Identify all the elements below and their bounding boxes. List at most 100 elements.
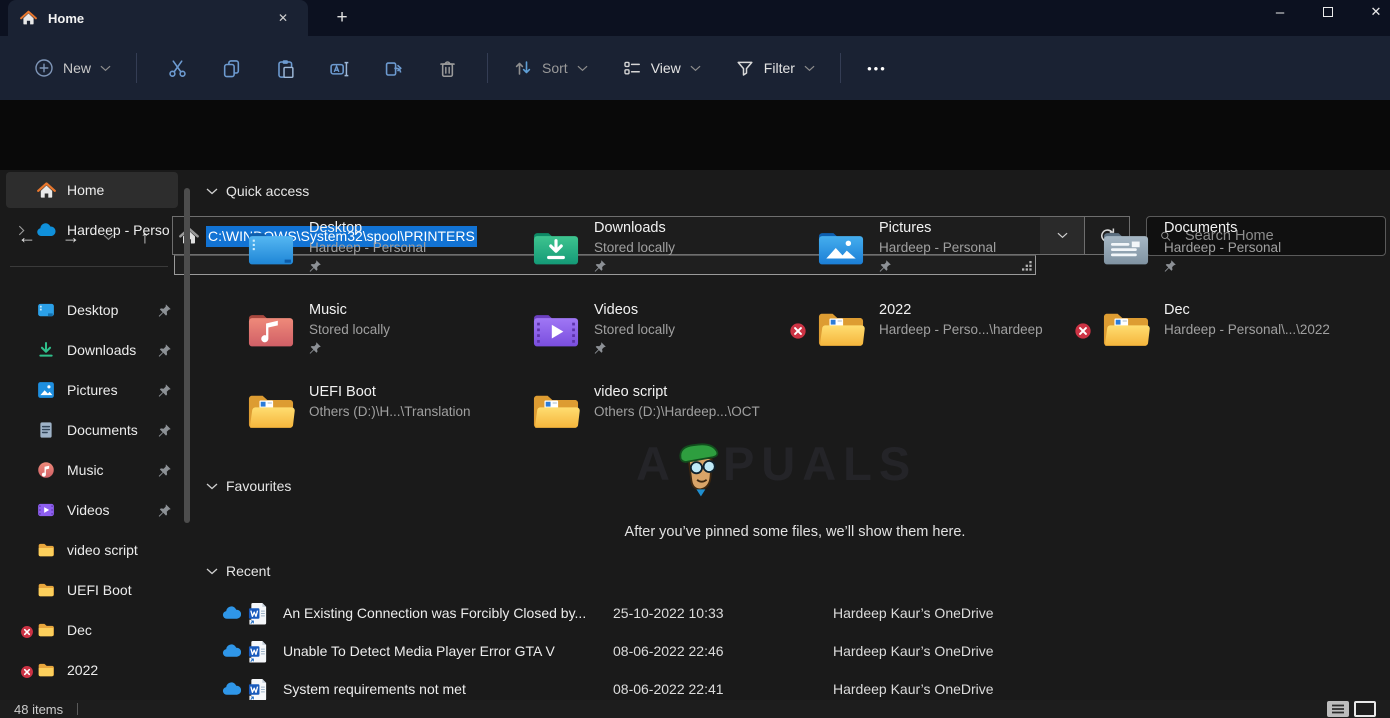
tile-title: Desktop (309, 220, 426, 236)
details-view-icon (1331, 704, 1345, 714)
section-title: Favourites (226, 478, 291, 494)
tile-title: Music (309, 302, 390, 318)
view-button-label: View (651, 60, 681, 76)
videos-icon (37, 501, 55, 519)
tile-subtitle: Others (D:)\Hardeep...\OCT (594, 404, 760, 419)
tile-subtitle: Others (D:)\H...\Translation (309, 404, 471, 419)
recent-header[interactable]: Recent (206, 563, 270, 579)
sidebar-item-onedrive[interactable]: Hardeep - Perso (6, 212, 178, 248)
sidebar-item-label: Home (67, 182, 104, 198)
share-button[interactable] (366, 48, 420, 88)
sidebar-item-downloads[interactable]: Downloads (6, 332, 178, 368)
delete-button[interactable] (420, 48, 474, 88)
tile-pictures[interactable]: Pictures Hardeep - Personal (802, 211, 1082, 287)
filter-button[interactable]: Filter (723, 48, 827, 88)
tile-videos[interactable]: Videos Stored locally (517, 293, 797, 369)
rename-button[interactable] (312, 48, 366, 88)
copy-button[interactable] (204, 48, 258, 88)
file-location: Hardeep Kaur’s OneDrive (833, 643, 994, 659)
filter-icon (735, 58, 755, 78)
close-window-button[interactable]: ✕ (1352, 0, 1390, 24)
pin-icon (879, 259, 892, 272)
pin-icon (158, 303, 172, 317)
view-button[interactable]: View (610, 48, 713, 88)
maximize-button[interactable] (1304, 0, 1352, 24)
pin-icon (309, 259, 322, 272)
new-tab-button[interactable]: + (328, 4, 356, 32)
tile-2022[interactable]: 2022 Hardeep - Perso...\hardeep (802, 293, 1082, 369)
sidebar-scrollbar[interactable] (184, 188, 190, 523)
file-location: Hardeep Kaur’s OneDrive (833, 605, 994, 621)
sidebar-item-pictures[interactable]: Pictures (6, 372, 178, 408)
sidebar-item-dec[interactable]: Dec (6, 612, 178, 648)
sidebar-item-music[interactable]: Music (6, 452, 178, 488)
quick-access-header[interactable]: Quick access (206, 183, 309, 199)
sidebar-item-2022[interactable]: 2022 (6, 652, 178, 688)
file-location: Hardeep Kaur’s OneDrive (833, 681, 994, 697)
chevron-down-icon (206, 188, 218, 195)
folder-icon (37, 541, 55, 559)
share-icon (383, 58, 404, 79)
new-button[interactable]: New (22, 48, 123, 88)
chevron-down-icon (206, 568, 218, 575)
sidebar-item-label: Hardeep - Perso (67, 222, 170, 238)
tab-close-button[interactable]: ✕ (270, 6, 296, 30)
see-more-button[interactable]: ••• (854, 48, 900, 88)
tile-subtitle: Hardeep - Personal (1164, 240, 1281, 255)
tile-title: Pictures (879, 220, 996, 236)
favourites-header[interactable]: Favourites (206, 478, 291, 494)
word-document-icon (248, 602, 269, 625)
minimize-button[interactable]: – (1256, 0, 1304, 24)
recent-file-row[interactable]: An Existing Connection was Forcibly Clos… (206, 594, 1356, 632)
sync-error-icon (789, 322, 807, 340)
tile-downloads[interactable]: Downloads Stored locally (517, 211, 797, 287)
sidebar-item-home[interactable]: Home (6, 172, 178, 208)
paste-button[interactable] (258, 48, 312, 88)
sidebar-item-label: Dec (67, 622, 92, 638)
folder-icon (37, 581, 55, 599)
recent-file-row[interactable]: Unable To Detect Media Player Error GTA … (206, 632, 1356, 670)
appuals-watermark: A PUALS (636, 436, 917, 491)
cut-button[interactable] (150, 48, 204, 88)
tile-title: UEFI Boot (309, 384, 471, 400)
sort-button[interactable]: Sort (501, 48, 600, 88)
pictures-icon (37, 381, 55, 399)
tab-home[interactable]: Home ✕ (8, 0, 308, 36)
sidebar-item-uefi-boot[interactable]: UEFI Boot (6, 572, 178, 608)
cut-icon (167, 58, 188, 79)
pictures-folder-icon (815, 226, 867, 268)
sidebar-item-videos[interactable]: Videos (6, 492, 178, 528)
large-icons-view-button[interactable] (1354, 701, 1376, 717)
sidebar-item-label: Desktop (67, 302, 118, 318)
chevron-down-icon (804, 65, 815, 72)
chevron-down-icon (577, 65, 588, 72)
rename-icon (329, 58, 350, 79)
tile-desktop[interactable]: Desktop Hardeep - Personal (232, 211, 512, 287)
sort-button-label: Sort (542, 60, 568, 76)
details-view-button[interactable] (1327, 701, 1349, 717)
desktop-folder-icon (245, 226, 297, 268)
sidebar-item-documents[interactable]: Documents (6, 412, 178, 448)
pin-icon (1164, 259, 1177, 272)
tile-title: 2022 (879, 302, 1043, 318)
tile-uefi-boot[interactable]: UEFI Boot Others (D:)\H...\Translation (232, 375, 512, 451)
tile-title: Downloads (594, 220, 675, 236)
tile-title: Documents (1164, 220, 1281, 236)
file-date: 08-06-2022 22:41 (613, 681, 833, 697)
tile-subtitle: Hardeep - Personal\...\2022 (1164, 322, 1330, 337)
tile-music[interactable]: Music Stored locally (232, 293, 512, 369)
tile-dec[interactable]: Dec Hardeep - Personal\...\2022 (1087, 293, 1367, 369)
tile-documents[interactable]: Documents Hardeep - Personal (1087, 211, 1367, 287)
sidebar-item-video-script[interactable]: video script (6, 532, 178, 568)
items-count: 48 items (14, 702, 63, 717)
chevron-right-icon[interactable] (18, 225, 25, 236)
folder-icon (1100, 308, 1152, 350)
sync-error-icon (20, 625, 34, 639)
tile-title: Videos (594, 302, 675, 318)
home-icon (37, 182, 56, 199)
sidebar-item-desktop[interactable]: Desktop (6, 292, 178, 328)
pin-icon (594, 341, 607, 354)
appuals-mascot-icon (673, 441, 725, 497)
home-icon (20, 10, 37, 26)
tile-subtitle: Hardeep - Personal (879, 240, 996, 255)
